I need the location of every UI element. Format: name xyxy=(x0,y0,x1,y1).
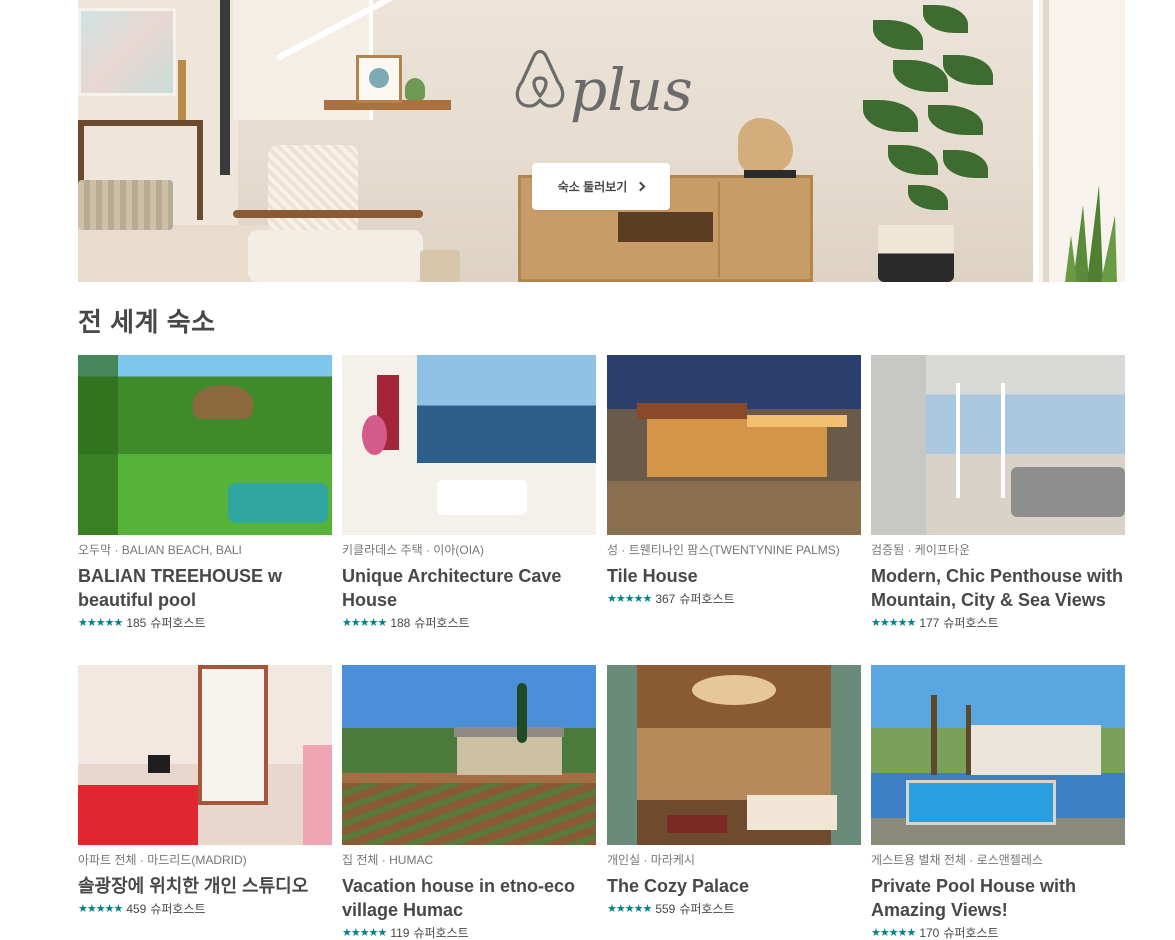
listing-rating: ★★★★★ 119 슈퍼호스트 xyxy=(342,924,596,940)
candle-holder xyxy=(178,60,186,120)
listing-rating: ★★★★★ 367 슈퍼호스트 xyxy=(607,590,861,607)
basket xyxy=(78,180,173,230)
armchair-arm xyxy=(233,210,423,218)
armchair-seat xyxy=(248,230,423,282)
listing-photo[interactable] xyxy=(78,355,332,535)
small-plant xyxy=(405,78,425,100)
review-count: 559 xyxy=(655,901,676,916)
listing-card[interactable]: 집 전체 · HUMAC Vacation house in etno-eco … xyxy=(342,665,596,940)
listing-title[interactable]: Private Pool House with Amazing Views! xyxy=(871,874,1125,922)
airbnb-plus-logo: plus xyxy=(515,49,693,124)
listing-title[interactable]: Tile House xyxy=(607,564,861,588)
listing-rating: ★★★★★ 170 슈퍼호스트 xyxy=(871,924,1125,940)
superhost-badge: 슈퍼호스트 xyxy=(679,902,735,916)
listing-rating: ★★★★★ 459 슈퍼호스트 xyxy=(78,900,332,917)
wall-painting xyxy=(78,8,176,96)
fiddle-leaf-plant xyxy=(853,0,998,230)
cabinet-door xyxy=(718,182,806,277)
browse-listings-label: 숙소 둘러보기 xyxy=(557,180,628,194)
listing-kicker: 성 · 트웬티나인 팜스(TWENTYNINE PALMS) xyxy=(607,543,840,557)
svg-text:plus: plus xyxy=(570,56,693,124)
review-count: 170 xyxy=(919,925,940,940)
star-rating-icon: ★★★★★ xyxy=(342,617,387,629)
star-rating-icon: ★★★★★ xyxy=(78,903,123,915)
listing-kicker: 게스트용 별채 전체 · 로스앤젤레스 xyxy=(871,853,1043,867)
listing-photo[interactable] xyxy=(607,665,861,845)
superhost-badge: 슈퍼호스트 xyxy=(414,616,470,630)
superhost-badge: 슈퍼호스트 xyxy=(413,926,469,940)
snake-plant xyxy=(1065,185,1117,282)
listing-kicker: 오두막 · BALIAN BEACH, BALI xyxy=(78,543,242,557)
picture-frame xyxy=(356,55,402,103)
sculpture xyxy=(738,118,793,173)
listing-kicker: 개인실 · 마라케시 xyxy=(607,853,695,867)
review-count: 459 xyxy=(126,901,147,916)
listing-kicker: 키클라데스 주택 · 이아(OIA) xyxy=(342,543,485,557)
listing-photo[interactable] xyxy=(342,665,596,845)
superhost-badge: 슈퍼호스트 xyxy=(943,616,999,630)
star-rating-icon: ★★★★★ xyxy=(342,927,387,939)
listing-title[interactable]: 솔광장에 위치한 개인 스튜디오 xyxy=(78,874,332,898)
star-rating-icon: ★★★★★ xyxy=(871,927,916,939)
star-rating-icon: ★★★★★ xyxy=(871,617,916,629)
cabinet-opening xyxy=(618,212,713,242)
star-rating-icon: ★★★★★ xyxy=(607,593,652,605)
listing-rating: ★★★★★ 188 슈퍼호스트 xyxy=(342,614,596,631)
stool xyxy=(420,250,460,282)
star-rating-icon: ★★★★★ xyxy=(78,617,123,629)
listing-card[interactable]: 검증됨 · 케이프타운 Modern, Chic Penthouse with … xyxy=(871,355,1125,631)
airbnb-belo-icon xyxy=(515,49,565,108)
listing-kicker: 집 전체 · HUMAC xyxy=(342,853,434,867)
listing-card[interactable]: 아파트 전체 · 마드리드(MADRID) 솔광장에 위치한 개인 스튜디오 ★… xyxy=(78,665,332,917)
listing-rating: ★★★★★ 559 슈퍼호스트 xyxy=(607,900,861,917)
listing-card[interactable]: 성 · 트웬티나인 팜스(TWENTYNINE PALMS) Tile Hous… xyxy=(607,355,861,607)
superhost-badge: 슈퍼호스트 xyxy=(679,592,735,606)
listing-card[interactable]: 키클라데스 주택 · 이아(OIA) Unique Architecture C… xyxy=(342,355,596,631)
chevron-right-icon xyxy=(635,181,646,192)
listing-title[interactable]: Vacation house in etno-eco village Humac xyxy=(342,874,596,922)
listing-rating: ★★★★★ 185 슈퍼호스트 xyxy=(78,614,332,631)
listing-card[interactable]: 게스트용 별채 전체 · 로스앤젤레스 Private Pool House w… xyxy=(871,665,1125,940)
listing-card[interactable]: 오두막 · BALIAN BEACH, BALI BALIAN TREEHOUS… xyxy=(78,355,332,631)
superhost-badge: 슈퍼호스트 xyxy=(150,902,206,916)
browse-listings-button[interactable]: 숙소 둘러보기 xyxy=(532,163,670,210)
listing-photo[interactable] xyxy=(871,355,1125,535)
listing-title[interactable]: Unique Architecture Cave House xyxy=(342,564,596,612)
superhost-badge: 슈퍼호스트 xyxy=(943,926,999,940)
superhost-badge: 슈퍼호스트 xyxy=(150,616,206,630)
listing-kicker: 아파트 전체 · 마드리드(MADRID) xyxy=(78,853,247,867)
listing-photo[interactable] xyxy=(607,355,861,535)
sculpture-base xyxy=(744,170,796,178)
pillow xyxy=(268,145,358,235)
listing-title[interactable]: The Cozy Palace xyxy=(607,874,861,898)
listing-photo[interactable] xyxy=(78,665,332,845)
window-frame xyxy=(1043,0,1049,282)
listing-card[interactable]: 개인실 · 마라케시 The Cozy Palace ★★★★★ 559 슈퍼호… xyxy=(607,665,861,917)
star-rating-icon: ★★★★★ xyxy=(607,903,652,915)
listing-photo[interactable] xyxy=(871,665,1125,845)
review-count: 367 xyxy=(655,591,676,606)
plant-pot xyxy=(878,225,954,282)
review-count: 119 xyxy=(390,925,410,940)
section-title: 전 세계 숙소 xyxy=(78,307,216,337)
plus-hero-banner[interactable]: plus 숙소 둘러보기 xyxy=(78,0,1125,282)
listing-photo[interactable] xyxy=(342,355,596,535)
listing-kicker: 검증됨 · 케이프타운 xyxy=(871,543,970,557)
listing-title[interactable]: BALIAN TREEHOUSE w beautiful pool xyxy=(78,564,332,612)
review-count: 185 xyxy=(126,615,147,630)
listing-rating: ★★★★★ 177 슈퍼호스트 xyxy=(871,614,1125,631)
listing-title[interactable]: Modern, Chic Penthouse with Mountain, Ci… xyxy=(871,564,1125,612)
review-count: 177 xyxy=(919,615,940,630)
review-count: 188 xyxy=(390,615,411,630)
door-frame xyxy=(220,0,230,175)
